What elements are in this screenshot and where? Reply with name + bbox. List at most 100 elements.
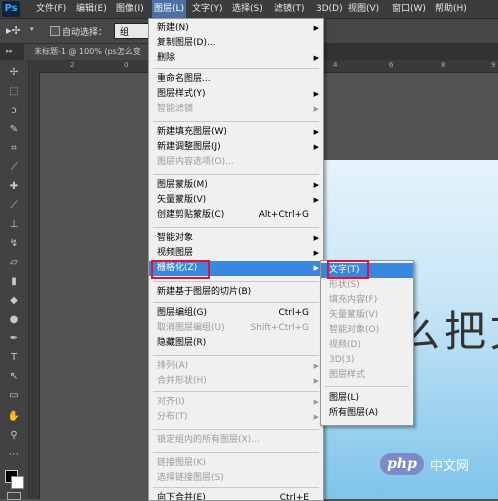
layer-menu-item[interactable]: 智能对象 ▶ [149,231,323,246]
background-color-swatch[interactable] [11,476,24,489]
vertical-ruler [29,72,40,499]
menu-separator [153,429,319,430]
move-tool-icon[interactable]: ▸✢ [6,24,21,37]
zoom-tool-icon[interactable]: ⚲ [7,429,21,442]
layer-menu-item[interactable]: 取消图层编组(U) Shift+Ctrl+G [149,321,323,336]
layer-menu-item[interactable]: 合并形状(H) ▶ [149,374,323,389]
menu-item[interactable]: 选择(S) [230,0,265,18]
gradient-tool-icon[interactable]: ▮ [7,275,21,288]
move-tool-icon[interactable]: ✢ [7,66,21,79]
layer-menu-item[interactable]: 矢量蒙版(V) ▶ [149,193,323,208]
menu-item-shortcut: Shift+Ctrl+G [250,323,309,333]
layer-menu-item[interactable]: 删除 ▶ [149,51,323,66]
layer-menu-item[interactable]: 图层内容选项(O)... [149,155,323,170]
rasterize-menu-item[interactable]: 填充内容(F) [321,293,413,308]
layer-menu-item[interactable]: 链接图层(K) [149,456,323,471]
menu-item-label: 所有图层(A) [329,408,379,418]
rasterize-submenu: 文字(T) 形状(S) 填充内容(F) 矢量蒙版(V) 智能对象(O) 视频(D) 3D(3… [320,260,414,426]
layer-menu-item[interactable]: 对齐(I) ▶ [149,395,323,410]
menu-item[interactable]: 帮助(H) [433,0,469,18]
menu-item-label: 视频(D) [329,340,361,350]
layer-menu-item[interactable]: 排列(A) ▶ [149,359,323,374]
layer-menu-item[interactable]: 锁定组内的所有图层(X)... [149,433,323,448]
more-tools-icon[interactable]: ⋯ [7,448,21,461]
eyedropper-tool-icon[interactable]: ⟋ [7,161,21,174]
quick-select-tool-icon[interactable]: ✎ [7,123,21,136]
type-tool-icon[interactable]: T [7,351,21,364]
rasterize-menu-item[interactable]: 智能对象(O) [321,323,413,338]
rasterize-menu-item[interactable]: 视频(D) [321,338,413,353]
layer-menu-item[interactable]: 图层蒙版(M) ▶ [149,178,323,193]
history-brush-tool-icon[interactable]: ↯ [7,237,21,250]
menu-separator [153,302,319,303]
ruler-mark: 6 [389,61,394,69]
menu-item[interactable]: 图像(I) [114,0,146,18]
layer-menu-item[interactable]: 分布(T) ▶ [149,410,323,425]
rasterize-menu-item[interactable]: 形状(S) [321,278,413,293]
menu-item[interactable]: 文件(F) [34,0,68,18]
rasterize-menu-item[interactable]: 图层(L) [321,391,413,406]
pen-tool-icon[interactable]: ✒ [7,332,21,345]
layer-menu-item[interactable]: 新建(N) ▶ [149,21,323,36]
brush-tool-icon[interactable]: ⟋ [7,199,21,212]
menu-item[interactable]: 3D(D) [314,0,345,18]
panel-collapse-icon[interactable]: ▸▸ [6,47,13,55]
menu-separator [153,391,319,392]
submenu-arrow-icon: ▶ [313,377,319,385]
layer-menu-item[interactable]: 隐藏图层(R) [149,336,323,351]
healing-brush-tool-icon[interactable]: ✚ [7,180,21,193]
menu-item-label: 图层编组(G) [157,308,207,318]
menu-item[interactable]: 窗口(W) [390,0,428,18]
menu-item[interactable]: 图层(L) [152,0,187,18]
menu-separator [153,487,319,488]
rasterize-menu-item[interactable]: 3D(3) [321,353,413,368]
marquee-tool-icon[interactable]: ⬚ [7,85,21,98]
layer-menu-item[interactable]: 向下合并(E) Ctrl+E [149,491,323,500]
menu-item-label: 图层内容选项(O)... [157,157,234,167]
tool-preset-dropdown[interactable]: ▾ [30,25,34,33]
blur-tool-icon[interactable]: ◆ [7,294,21,307]
menu-item[interactable]: 编辑(E) [74,0,109,18]
menu-item-label: 形状(S) [329,280,360,290]
rectangle-tool-icon[interactable]: ▭ [7,389,21,402]
lasso-tool-icon[interactable]: ↄ [7,104,21,117]
layer-menu-item[interactable]: 重命名图层... [149,72,323,87]
menu-item-label: 矢量蒙版(V) [157,195,207,205]
layer-menu-item[interactable]: 新建基于图层的切片(B) [149,285,323,300]
menu-item-label: 新建填充图层(W) [157,127,227,137]
layer-menu-item[interactable]: 新建调整图层(J) ▶ [149,140,323,155]
menu-item[interactable]: 滤镜(T) [272,0,307,18]
hand-tool-icon[interactable]: ✋ [7,410,21,423]
clone-stamp-tool-icon[interactable]: ⊥ [7,218,21,231]
submenu-arrow-icon: ▶ [313,362,319,370]
layer-menu-item[interactable]: 复制图层(D)... [149,36,323,51]
auto-select-checkbox[interactable] [50,26,60,36]
layer-menu-item[interactable]: 新建填充图层(W) ▶ [149,125,323,140]
submenu-arrow-icon: ▶ [313,90,319,98]
layer-menu-item[interactable]: 智能滤镜 ▶ [149,102,323,117]
eraser-tool-icon[interactable]: ▱ [7,256,21,269]
layer-menu-item[interactable]: 图层样式(Y) ▶ [149,87,323,102]
layer-menu-item[interactable]: 选择链接图层(S) [149,471,323,486]
dodge-tool-icon[interactable]: ● [7,313,21,326]
path-selection-tool-icon[interactable]: ↖ [7,370,21,383]
auto-select-dropdown[interactable]: 组 [114,23,150,39]
submenu-arrow-icon: ▶ [313,196,319,204]
menu-item-label: 取消图层编组(U) [157,323,225,333]
menu-item-label: 重命名图层... [157,74,211,84]
menu-separator [153,281,319,282]
menu-item-label: 选择链接图层(S) [157,473,224,483]
document-tab[interactable]: 未标题-1 @ 100% (ps怎么变 [24,44,159,60]
layer-menu-item[interactable]: 图层编组(G) Ctrl+G [149,306,323,321]
layer-menu-item[interactable]: 创建剪贴蒙版(C) Alt+Ctrl+G [149,208,323,223]
menu-item-label: 锁定组内的所有图层(X)... [157,435,260,445]
menu-item[interactable]: 视图(V) [346,0,381,18]
crop-tool-icon[interactable]: ⌗ [7,142,21,155]
rasterize-menu-item[interactable]: 所有图层(A) [321,406,413,421]
menu-item-label: 复制图层(D)... [157,38,216,48]
rasterize-menu-item[interactable]: 图层样式 [321,368,413,383]
menu-item-label: 图层(L) [329,393,360,403]
layer-menu-item[interactable]: 视频图层 ▶ [149,246,323,261]
rasterize-menu-item[interactable]: 矢量蒙版(V) [321,308,413,323]
menu-item[interactable]: 文字(Y) [190,0,225,18]
